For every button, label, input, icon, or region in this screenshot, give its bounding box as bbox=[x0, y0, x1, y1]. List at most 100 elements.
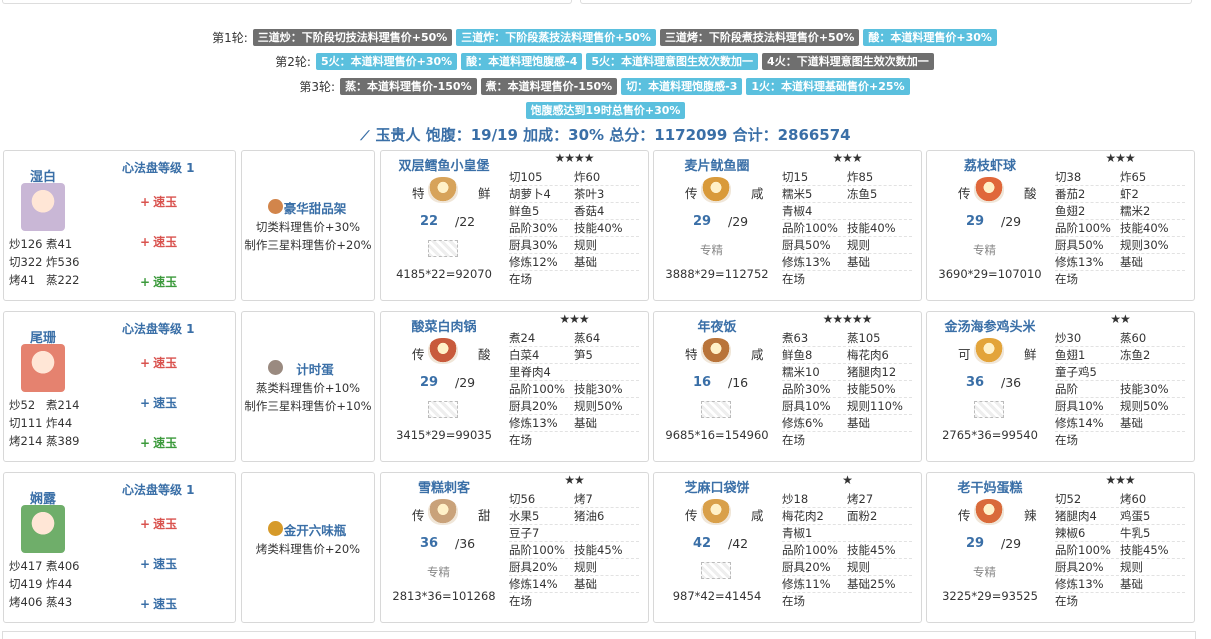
equipment-effect: 蒸类料理售价+10% bbox=[255, 381, 361, 395]
stat-cell: 技能40% bbox=[847, 221, 896, 235]
equipment-name: 金开六味瓶 bbox=[283, 523, 347, 538]
dish-image bbox=[974, 499, 1004, 525]
jade-slot[interactable]: + 速玉 bbox=[140, 233, 177, 250]
dish-name[interactable]: 老干妈蛋糕 bbox=[927, 477, 1053, 496]
dish-name[interactable]: 酸菜白肉锅 bbox=[381, 316, 507, 335]
skill-value: 煮406 bbox=[46, 559, 80, 573]
jade-slot[interactable]: + 速玉 bbox=[140, 394, 177, 411]
dish-quantity[interactable]: 29 bbox=[966, 214, 984, 229]
dish-quantity[interactable]: 36 bbox=[420, 536, 438, 551]
stat-cell: 品阶100% bbox=[782, 221, 838, 235]
dish-card[interactable]: 雪糕刺客 ★★ 传 甜 36/36 专精 2813*36=101268 切56 烤7 水果5 猪油6… bbox=[380, 472, 649, 623]
dish-image bbox=[428, 499, 458, 525]
stat-cell: 番茄2 bbox=[1055, 187, 1086, 201]
dish-name[interactable]: 雪糕刺客 bbox=[381, 477, 507, 496]
chef-card[interactable]: 娴露 心法盘等级 1 + 速玉 + 速玉 + 速玉 炒417 煮406 切419 炸44 烤406 蒸43 bbox=[3, 472, 236, 623]
dish-stat-row: 切56 烤7 bbox=[509, 491, 639, 508]
stat-cell: 青椒1 bbox=[782, 526, 813, 540]
stat-cell: 切105 bbox=[509, 170, 543, 184]
dish-stat-row: 厨具50% 规则 bbox=[782, 237, 912, 254]
dish-stat-row: 辣椒6 牛乳5 bbox=[1055, 525, 1185, 542]
stat-cell: 面粉2 bbox=[847, 509, 878, 523]
dish-name[interactable]: 双层鳕鱼小皇堡 bbox=[381, 155, 507, 174]
stat-cell: 水果5 bbox=[509, 509, 540, 523]
equipment-card[interactable]: 金开六味瓶 烤类料理售价+20% bbox=[241, 472, 375, 623]
stat-cell: 蒸60 bbox=[1120, 331, 1147, 345]
heart-plate-level[interactable]: 心法盘等级 1 bbox=[122, 320, 195, 337]
dish-stat-row: 厨具10% 规则110% bbox=[782, 398, 912, 415]
dish-name[interactable]: 芝麻口袋饼 bbox=[654, 477, 780, 496]
heart-plate-level[interactable]: 心法盘等级 1 bbox=[122, 159, 195, 176]
rarity-stars: ★★★ bbox=[1105, 473, 1135, 487]
jade-slot[interactable]: + 速玉 bbox=[140, 555, 177, 572]
dish-stat-row: 切38 炸65 bbox=[1055, 169, 1185, 186]
stat-cell: 基础 bbox=[574, 255, 597, 269]
dish-quantity[interactable]: 22 bbox=[420, 214, 438, 229]
jade-slot[interactable]: + 速玉 bbox=[140, 354, 177, 371]
broken-image-icon bbox=[428, 240, 458, 257]
chef-avatar[interactable] bbox=[21, 505, 65, 553]
dish-price-formula: 3225*29=93525 bbox=[942, 589, 1038, 603]
stat-cell: 在场 bbox=[782, 272, 805, 286]
plus-icon: + bbox=[140, 517, 151, 531]
stat-cell: 煮63 bbox=[782, 331, 809, 345]
dish-card[interactable]: 酸菜白肉锅 ★★★ 传 酸 29/29 3415*29=99035 煮24 蒸64 白菜4 笋5 里… bbox=[380, 311, 649, 462]
dish-stat-row: 里脊肉4 bbox=[509, 364, 639, 381]
chef-avatar[interactable] bbox=[21, 344, 65, 392]
heart-plate-level[interactable]: 心法盘等级 1 bbox=[122, 481, 195, 498]
chef-card[interactable]: 湿白 心法盘等级 1 + 速玉 + 速玉 + 速玉 炒126 煮41 切322 炸536 烤41 蒸222 bbox=[3, 150, 236, 301]
stat-cell bbox=[1120, 364, 1185, 380]
dish-card[interactable]: 双层鳕鱼小皇堡 ★★★★ 特 鲜 22/22 4185*22=92070 切105 炸60 胡萝… bbox=[380, 150, 649, 301]
dish-card[interactable]: 金汤海参鸡头米 ★★ 可 鲜 36/36 2765*36=99540 炒30 蒸60 鱼翅1 冻鱼… bbox=[926, 311, 1195, 462]
dish-card[interactable]: 芝麻口袋饼 ★ 传 咸 42/42 987*42=41454 炒18 烤27 梅花肉2 面粉2 青椒… bbox=[653, 472, 922, 623]
dish-quantity[interactable]: 29 bbox=[693, 214, 711, 229]
broken-image-icon bbox=[701, 562, 731, 579]
equipment-effect: 制作三星料理售价+20% bbox=[244, 238, 372, 252]
equipment-card[interactable]: 计时蛋 蒸类料理售价+10% 制作三星料理售价+10% bbox=[241, 311, 375, 462]
dish-quantity[interactable]: 16 bbox=[693, 375, 711, 390]
stat-cell: 修炼13% bbox=[1055, 577, 1104, 591]
dish-stat-row: 煮24 蒸64 bbox=[509, 330, 639, 347]
stat-cell: 猪腿肉12 bbox=[847, 365, 897, 379]
dish-card[interactable]: 年夜饭 ★★★★★ 特 咸 16/16 9685*16=154960 煮63 蒸105 鲜鱼8 梅… bbox=[653, 311, 922, 462]
chef-avatar[interactable] bbox=[21, 183, 65, 231]
jade-slot[interactable]: + 速玉 bbox=[140, 515, 177, 532]
dish-stat-row: 修炼14% 基础 bbox=[1055, 415, 1185, 432]
equipment-card[interactable]: 豪华甜品架 切类料理售价+30% 制作三星料理售价+20% bbox=[241, 150, 375, 301]
dish-quantity[interactable]: 42 bbox=[693, 536, 711, 551]
stat-cell: 规则50% bbox=[1120, 399, 1169, 413]
dish-name[interactable]: 年夜饭 bbox=[654, 316, 780, 335]
dish-quantity[interactable]: 36 bbox=[966, 375, 984, 390]
dish-quantity[interactable]: 29 bbox=[420, 375, 438, 390]
stat-cell: 厨具10% bbox=[1055, 399, 1104, 413]
dish-name[interactable]: 金汤海参鸡头米 bbox=[927, 316, 1053, 335]
dish-stat-row: 厨具20% 规则50% bbox=[509, 398, 639, 415]
bottom-panel-edge bbox=[2, 631, 1196, 639]
jade-slot[interactable]: + 速玉 bbox=[140, 273, 177, 290]
dish-stat-row: 修炼13% 基础 bbox=[782, 254, 912, 271]
dish-card[interactable]: 荔枝虾球 ★★★ 传 酸 29/29 专精 3690*29=107010 切38 炸65 番茄2 虾… bbox=[926, 150, 1195, 301]
chef-card[interactable]: 尾珊 心法盘等级 1 + 速玉 + 速玉 + 速玉 炒52 煮214 切111 炸44 烤214 蒸389 bbox=[3, 311, 236, 462]
equipment-name: 豪华甜品架 bbox=[283, 201, 347, 216]
dish-card[interactable]: 麦片鱿鱼圈 ★★★ 传 咸 29/29 专精 3888*29=112752 切15 炸85 糯米5… bbox=[653, 150, 922, 301]
rarity-stars: ★★★ bbox=[559, 312, 589, 326]
stat-cell: 炸85 bbox=[847, 170, 874, 184]
round-4: 饱腹感达到19时总售价+30% bbox=[0, 100, 1211, 120]
stat-cell: 技能45% bbox=[847, 543, 896, 557]
stat-cell: 鸡蛋5 bbox=[1120, 509, 1151, 523]
jade-slot[interactable]: + 速玉 bbox=[140, 193, 177, 210]
dish-name[interactable]: 麦片鱿鱼圈 bbox=[654, 155, 780, 174]
dish-name[interactable]: 荔枝虾球 bbox=[927, 155, 1053, 174]
rarity-stars: ★★★★★ bbox=[822, 312, 873, 326]
stat-cell: 基础 bbox=[1120, 577, 1143, 591]
jade-slot[interactable]: + 速玉 bbox=[140, 434, 177, 451]
stat-cell: 在场 bbox=[1055, 594, 1078, 608]
dish-card[interactable]: 老干妈蛋糕 ★★★ 传 辣 29/29 专精 3225*29=93525 切52 烤60 猪腿肉4… bbox=[926, 472, 1195, 623]
jade-slot[interactable]: + 速玉 bbox=[140, 595, 177, 612]
jade-label: 速玉 bbox=[153, 195, 178, 209]
dish-quantity[interactable]: 29 bbox=[966, 536, 984, 551]
rarity-stars: ★★★ bbox=[832, 151, 862, 165]
stat-cell: 炸65 bbox=[1120, 170, 1147, 184]
stat-cell: 基础 bbox=[574, 577, 597, 591]
stat-cell: 技能45% bbox=[574, 543, 623, 557]
